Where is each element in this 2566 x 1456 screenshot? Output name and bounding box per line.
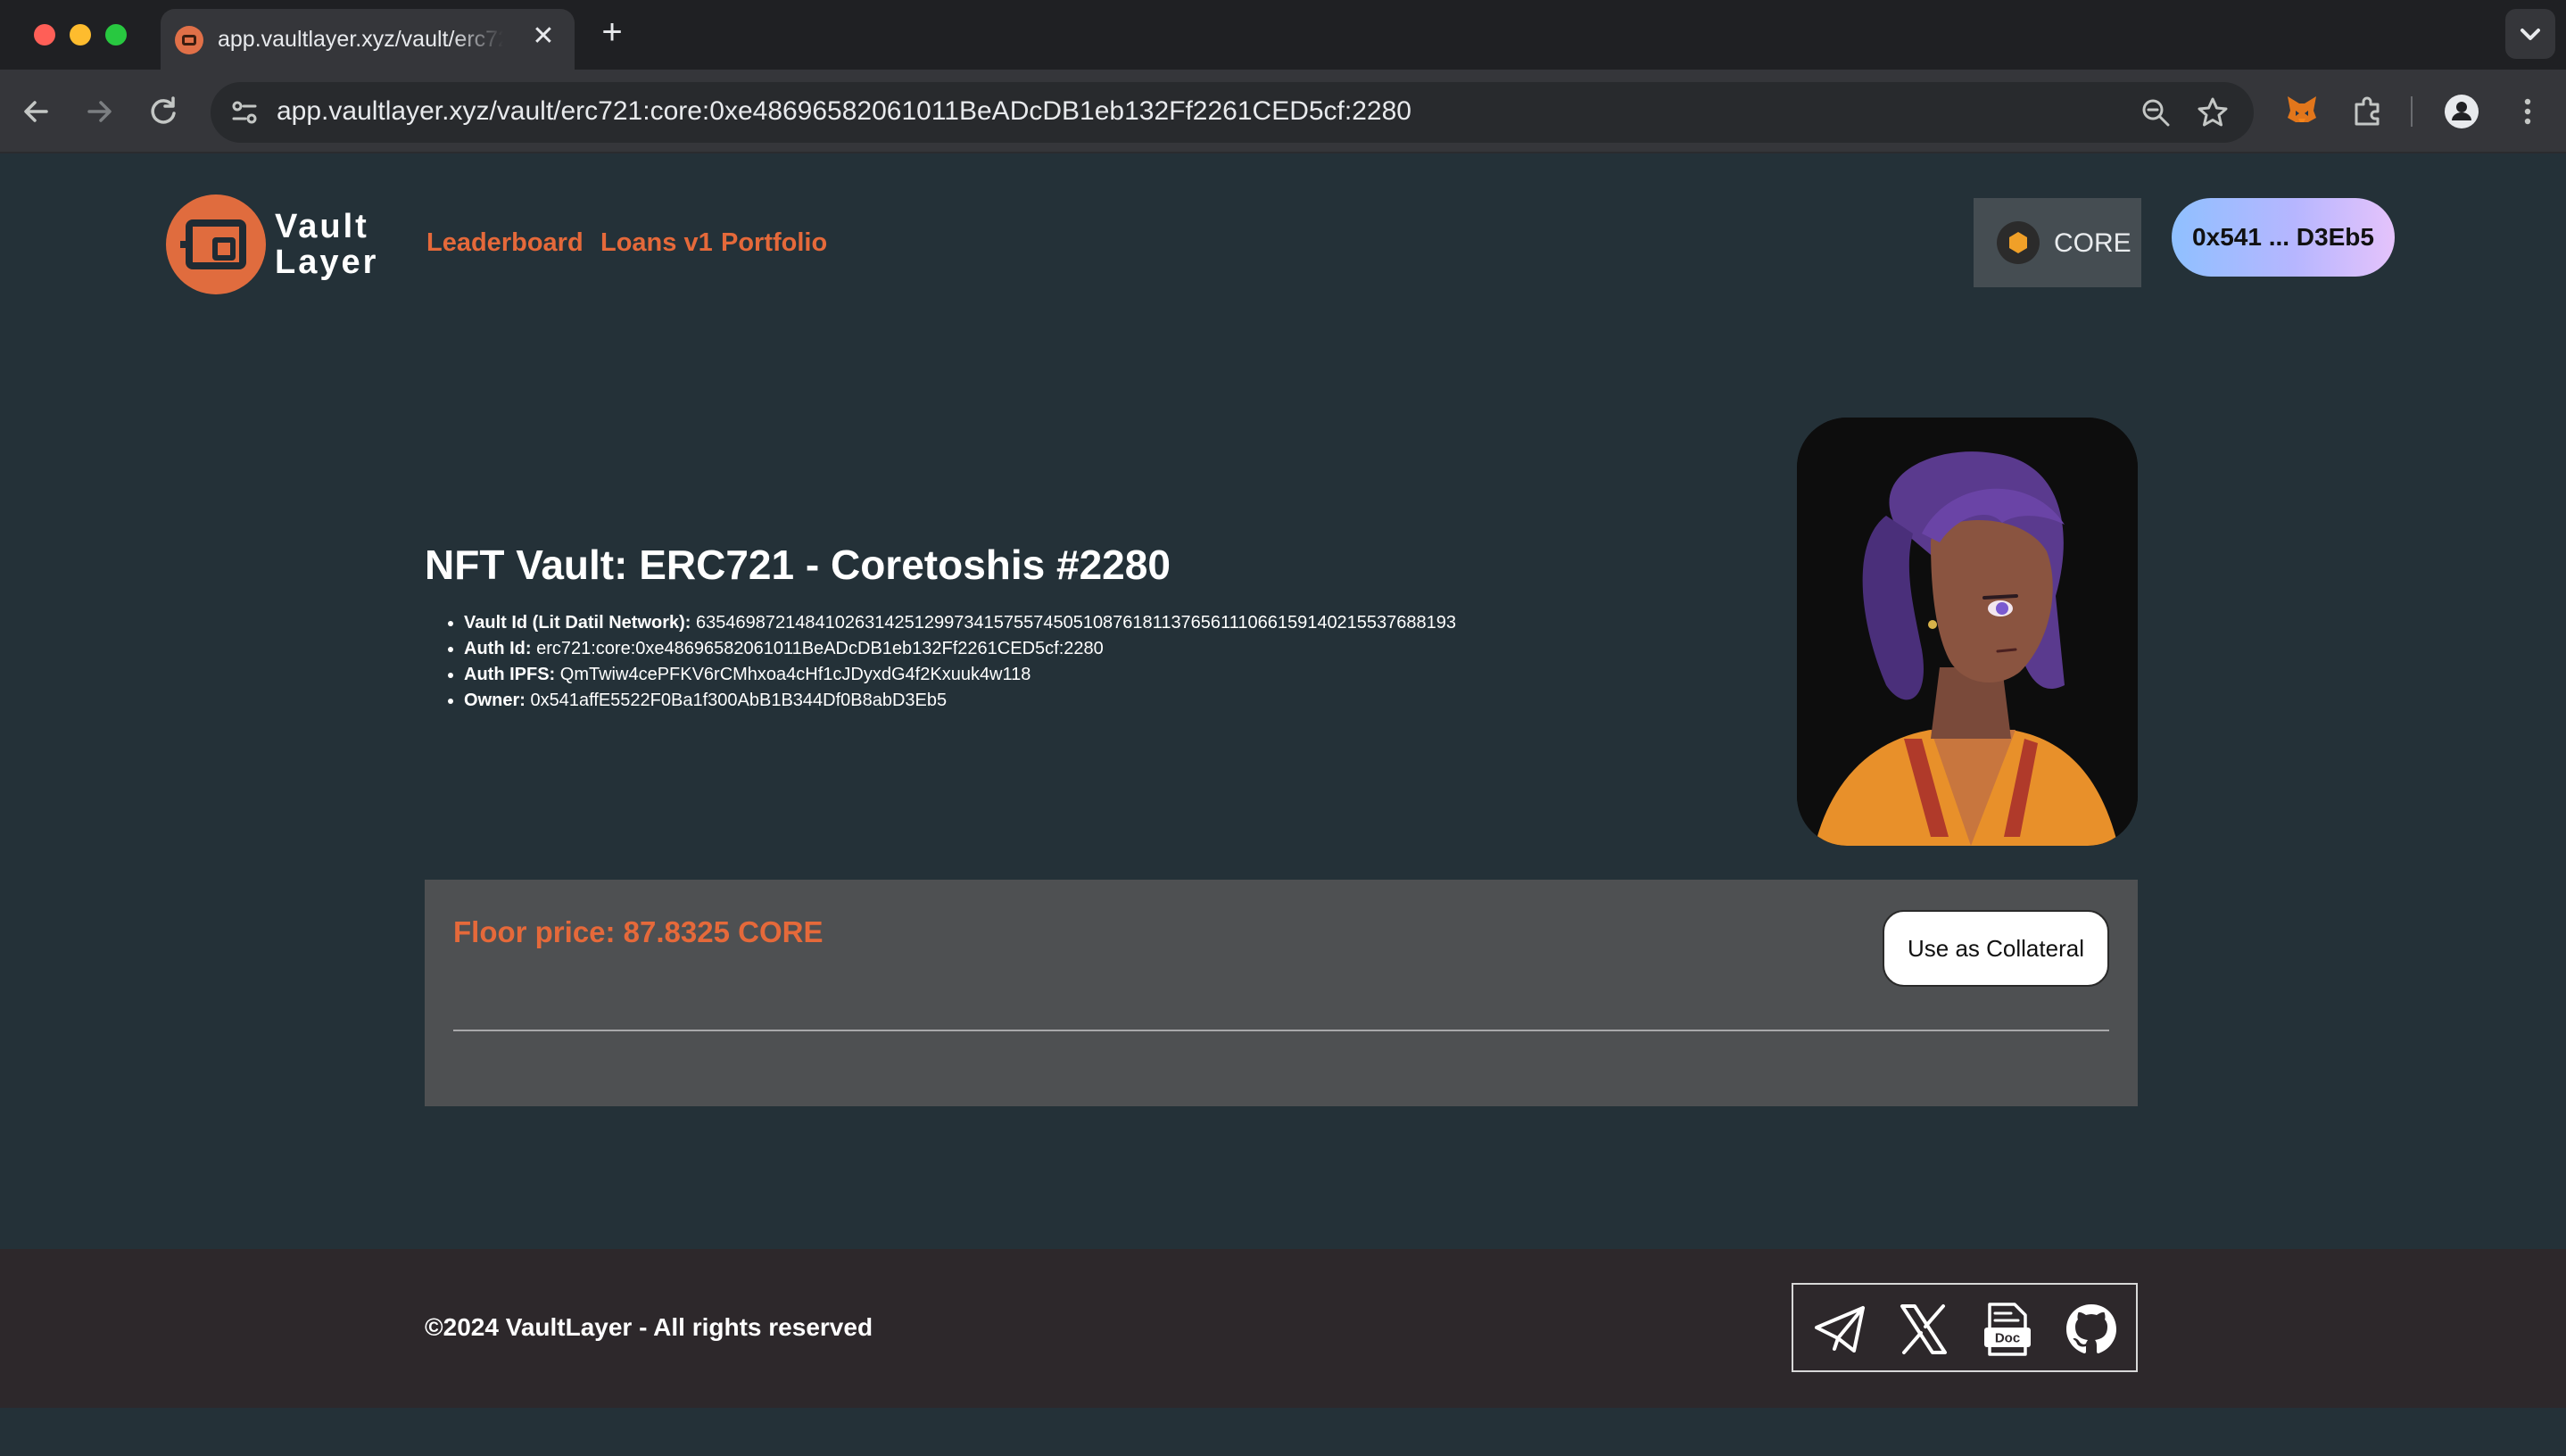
core-chain-icon [1997, 221, 2040, 264]
tab-close-icon[interactable]: ✕ [528, 21, 559, 52]
doc-icon[interactable]: Doc [1979, 1301, 2036, 1358]
detail-value: erc721:core:0xe48696582061011BeADcDB1eb1… [536, 639, 1104, 658]
vault-details-list: Vault Id (Lit Datil Network): 6354698721… [464, 610, 1456, 714]
address-bar[interactable]: app.vaultlayer.xyz/vault/erc721:core:0xe… [211, 82, 2254, 143]
bookmark-star-icon[interactable] [2195, 95, 2231, 130]
window-minimize-button[interactable] [70, 24, 91, 46]
browser-toolbar: app.vaultlayer.xyz/vault/erc721:core:0xe… [0, 70, 2566, 153]
tab-title: app.vaultlayer.xyz/vault/erc721:core:0xe… [218, 27, 503, 52]
profile-icon[interactable] [2439, 89, 2484, 134]
divider [453, 1030, 2109, 1031]
page-title: NFT Vault: ERC721 - Coretoshis #2280 [425, 542, 1171, 588]
brand-line-2: Layer [275, 244, 379, 281]
reload-icon[interactable] [141, 89, 186, 134]
nav-link-loans-v1[interactable]: Loans v1 [600, 228, 713, 258]
detail-value: QmTwiw4cePFKV6rCMhxoa4cHf1cJDyxdG4f2Kxuu… [559, 665, 1031, 684]
back-arrow-icon[interactable] [14, 89, 59, 134]
new-tab-button[interactable]: + [594, 14, 630, 50]
brand-name[interactable]: Vault Layer [275, 209, 378, 280]
nav-link-leaderboard[interactable]: Leaderboard [426, 228, 584, 258]
browser-tab-active[interactable]: app.vaultlayer.xyz/vault/erc721:core:0xe… [161, 9, 575, 70]
tab-search-button[interactable] [2505, 9, 2555, 59]
telegram-icon[interactable] [1811, 1301, 1868, 1358]
list-item-auth-ipfs: Auth IPFS: QmTwiw4cePFKV6rCMhxoa4cHf1cJD… [464, 662, 1456, 688]
site-info-icon[interactable] [227, 95, 262, 130]
vaultlayer-favicon-icon [175, 26, 203, 54]
detail-label: Auth Id: [464, 639, 532, 658]
vaultlayer-logo-icon[interactable] [166, 194, 266, 294]
list-item-auth-id: Auth Id: erc721:core:0xe48696582061011Be… [464, 636, 1456, 662]
chevron-down-icon [2520, 29, 2540, 40]
floor-price-panel: Floor price: 87.8325 CORE Use as Collate… [425, 880, 2138, 1106]
window-zoom-button[interactable] [105, 24, 127, 46]
list-item-vault-id: Vault Id (Lit Datil Network): 6354698721… [464, 610, 1456, 636]
wallet-address-button[interactable]: 0x541 ... D3Eb5 [2172, 198, 2395, 277]
window-close-button[interactable] [34, 24, 55, 46]
metamask-fox-icon[interactable] [2284, 91, 2320, 127]
page-bottom [0, 1408, 2566, 1456]
toolbar-separator [2411, 96, 2413, 127]
detail-value: 0x541affE5522F0Ba1f300AbB1B344Df0B8abD3E… [530, 691, 948, 710]
github-icon[interactable] [2063, 1301, 2120, 1358]
nft-image [1797, 418, 2138, 846]
url-text[interactable]: app.vaultlayer.xyz/vault/erc721:core:0xe… [277, 96, 1411, 127]
detail-label: Auth IPFS: [464, 665, 556, 684]
list-item-owner: Owner: 0x541affE5522F0Ba1f300AbB1B344Df0… [464, 688, 1456, 714]
footer: ©2024 VaultLayer - All rights reserved D… [0, 1249, 2566, 1408]
use-as-collateral-button[interactable]: Use as Collateral [1883, 910, 2109, 987]
brand-line-1: Vault [275, 208, 369, 245]
extensions-puzzle-icon[interactable] [2345, 89, 2389, 134]
floor-price: Floor price: 87.8325 CORE [453, 915, 824, 948]
copyright-text: ©2024 VaultLayer - All rights reserved [425, 1313, 873, 1341]
detail-value: 6354698721484102631425129973415755745051… [696, 613, 1457, 633]
detail-label: Vault Id (Lit Datil Network): [464, 613, 691, 633]
zoom-icon[interactable] [2138, 95, 2173, 130]
detail-label: Owner: [464, 691, 526, 710]
social-links: Doc [1792, 1283, 2138, 1372]
doc-icon-text: Doc [1995, 1331, 2020, 1346]
x-icon[interactable] [1895, 1301, 1952, 1358]
nft-portrait-illustration [1797, 418, 2138, 846]
browser-tab-bar: app.vaultlayer.xyz/vault/erc721:core:0xe… [0, 0, 2566, 70]
forward-arrow-icon[interactable] [77, 89, 121, 134]
nav-link-portfolio[interactable]: Portfolio [721, 228, 827, 258]
chain-label: CORE [2054, 228, 2131, 258]
kebab-menu-icon[interactable] [2505, 89, 2550, 134]
chain-selector-button[interactable]: CORE [1974, 198, 2141, 287]
